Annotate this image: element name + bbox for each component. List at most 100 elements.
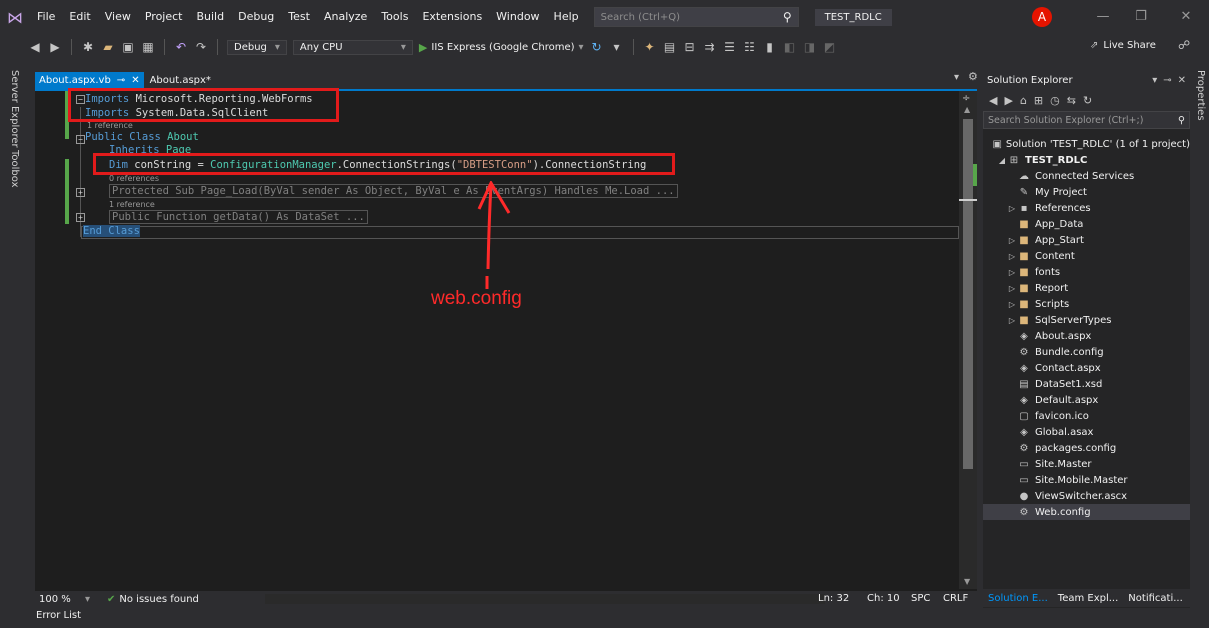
- outdent-icon[interactable]: ☷: [743, 40, 757, 54]
- solution-platform-select[interactable]: Any CPU ▾: [292, 39, 413, 55]
- solution-configuration-select[interactable]: Debug ▾: [227, 39, 287, 55]
- tree-item[interactable]: ☁ Connected Services: [983, 168, 1190, 184]
- menu-extensions[interactable]: Extensions: [415, 0, 489, 34]
- codelens-reference[interactable]: 1 reference: [87, 121, 133, 130]
- sync-icon[interactable]: ⇆: [1067, 94, 1076, 107]
- navigate-forward-icon[interactable]: ▶: [48, 40, 62, 54]
- new-project-icon[interactable]: ✱: [81, 40, 95, 54]
- menu-view[interactable]: View: [98, 0, 138, 34]
- menu-build[interactable]: Build: [189, 0, 231, 34]
- tree-item[interactable]: ▭ Site.Master: [983, 456, 1190, 472]
- chevron-down-icon[interactable]: ▾: [85, 594, 107, 605]
- indent-icon[interactable]: ☰: [723, 40, 737, 54]
- hierarchy-icon[interactable]: ⊟: [683, 40, 697, 54]
- tree-item[interactable]: ▭ Site.Mobile.Master: [983, 472, 1190, 488]
- gear-icon[interactable]: ⚙: [968, 70, 978, 83]
- tab-about-aspx-vb[interactable]: About.aspx.vb ⊸ ✕: [35, 72, 144, 89]
- open-file-icon[interactable]: ▰: [101, 40, 115, 54]
- close-window-icon[interactable]: ✕: [1168, 0, 1204, 34]
- start-debugging-button[interactable]: ▶ IIS Express (Google Chrome) ▾: [419, 41, 584, 54]
- menu-help[interactable]: Help: [547, 0, 586, 34]
- code-line-7[interactable]: Public Function getData() As DataSet ...: [109, 210, 368, 224]
- codelens-reference[interactable]: 0 references: [109, 174, 159, 183]
- scrollbar-thumb[interactable]: [963, 119, 973, 469]
- live-share-button[interactable]: ⇗ Live Share: [1090, 40, 1156, 51]
- home-icon[interactable]: ⌂: [1020, 94, 1027, 107]
- minimize-icon[interactable]: —: [1085, 0, 1121, 34]
- expand-arrow-icon[interactable]: ▷: [1007, 300, 1017, 309]
- chevron-down-icon[interactable]: ▾: [610, 40, 624, 54]
- bookmark-clear-icon[interactable]: ◩: [823, 40, 837, 54]
- pin-icon[interactable]: ⊸: [1163, 75, 1171, 86]
- history-icon[interactable]: ◷: [1050, 94, 1060, 107]
- toolbox-tab[interactable]: Toolbox: [9, 150, 20, 188]
- back-icon[interactable]: ◀: [989, 94, 997, 107]
- close-icon[interactable]: ✕: [1178, 75, 1186, 86]
- code-line-3[interactable]: Public Class About: [85, 131, 199, 143]
- menu-window[interactable]: Window: [489, 0, 546, 34]
- horizontal-scrollbar[interactable]: [265, 594, 825, 604]
- server-explorer-tab[interactable]: Server Explorer: [9, 70, 20, 148]
- expand-arrow-icon[interactable]: ▷: [1007, 236, 1017, 245]
- bookmark-next-icon[interactable]: ◨: [803, 40, 817, 54]
- expand-icon[interactable]: +: [76, 213, 85, 222]
- vertical-scrollbar[interactable]: ÷ ▲ ▼: [959, 91, 977, 589]
- tree-item[interactable]: ▣ Solution 'TEST_RDLC' (1 of 1 project): [983, 136, 1190, 152]
- save-all-icon[interactable]: ▦: [141, 40, 155, 54]
- refresh-icon[interactable]: ↻: [590, 40, 604, 54]
- tree-item[interactable]: ▷ ▪ References: [983, 200, 1190, 216]
- tree-item[interactable]: ◈ Global.asax: [983, 424, 1190, 440]
- tree-item[interactable]: ⚙ packages.config: [983, 440, 1190, 456]
- expand-arrow-icon[interactable]: ▷: [1007, 284, 1017, 293]
- tree-item[interactable]: ▷ ■ fonts: [983, 264, 1190, 280]
- code-editor[interactable]: − − + + Imports Microsoft.Reporting.WebF…: [35, 88, 977, 591]
- feedback-icon[interactable]: ☍: [1178, 38, 1190, 52]
- redo-icon[interactable]: ↷: [194, 40, 208, 54]
- undo-icon[interactable]: ↶: [174, 40, 188, 54]
- forward-icon[interactable]: ▶: [1004, 94, 1012, 107]
- code-line-8[interactable]: End Class: [83, 225, 140, 237]
- tree-item[interactable]: ◈ Contact.aspx: [983, 360, 1190, 376]
- tree-item[interactable]: ◈ Default.aspx: [983, 392, 1190, 408]
- tree-item[interactable]: ▷ ■ Content: [983, 248, 1190, 264]
- split-editor-icon[interactable]: ÷: [962, 93, 970, 104]
- step-over-icon[interactable]: ⇉: [703, 40, 717, 54]
- scroll-down-icon[interactable]: ▼: [964, 577, 970, 586]
- codelens-reference[interactable]: 1 reference: [109, 200, 155, 209]
- account-avatar[interactable]: A: [1032, 7, 1052, 27]
- code-line-6[interactable]: Protected Sub Page_Load(ByVal sender As …: [109, 184, 678, 198]
- toolbox-icon[interactable]: ▤: [663, 40, 677, 54]
- expand-arrow-icon[interactable]: ◢: [997, 156, 1007, 165]
- tree-item[interactable]: ▷ ■ App_Start: [983, 232, 1190, 248]
- tree-item[interactable]: ▷ ■ SqlServerTypes: [983, 312, 1190, 328]
- menu-file[interactable]: File: [30, 0, 62, 34]
- expand-icon[interactable]: +: [76, 188, 85, 197]
- tree-item[interactable]: ⚙ Bundle.config: [983, 344, 1190, 360]
- error-list-tab[interactable]: Error List: [36, 610, 81, 621]
- tab-team-explorer[interactable]: Team Expl...: [1053, 593, 1124, 604]
- menu-test[interactable]: Test: [281, 0, 317, 34]
- close-tab-icon[interactable]: ✕: [131, 75, 139, 86]
- browser-link-icon[interactable]: ✦: [643, 40, 657, 54]
- whitespace-mode[interactable]: SPC: [911, 593, 930, 604]
- tab-solution-explorer[interactable]: Solution E...: [983, 593, 1053, 604]
- expand-arrow-icon[interactable]: ▷: [1007, 316, 1017, 325]
- pin-icon[interactable]: ⊸: [117, 75, 125, 86]
- expand-arrow-icon[interactable]: ▷: [1007, 204, 1017, 213]
- tree-item[interactable]: ▢ favicon.ico: [983, 408, 1190, 424]
- refresh-icon[interactable]: ↻: [1083, 94, 1092, 107]
- tree-item[interactable]: ■ App_Data: [983, 216, 1190, 232]
- menu-debug[interactable]: Debug: [231, 0, 281, 34]
- bookmark-icon[interactable]: ▮: [763, 40, 777, 54]
- menu-edit[interactable]: Edit: [62, 0, 97, 34]
- menu-tools[interactable]: Tools: [374, 0, 415, 34]
- tree-item[interactable]: ◢ ⊞ TEST_RDLC: [983, 152, 1190, 168]
- tab-overflow-menu-icon[interactable]: ▾: [954, 72, 959, 83]
- properties-tab[interactable]: Properties: [1195, 70, 1206, 121]
- tree-item[interactable]: ⚙ Web.config: [983, 504, 1190, 520]
- navigate-back-icon[interactable]: ◀: [28, 40, 42, 54]
- expand-arrow-icon[interactable]: ▷: [1007, 252, 1017, 261]
- menu-project[interactable]: Project: [138, 0, 190, 34]
- issues-status[interactable]: No issues found: [119, 594, 199, 605]
- tree-item[interactable]: ✎ My Project: [983, 184, 1190, 200]
